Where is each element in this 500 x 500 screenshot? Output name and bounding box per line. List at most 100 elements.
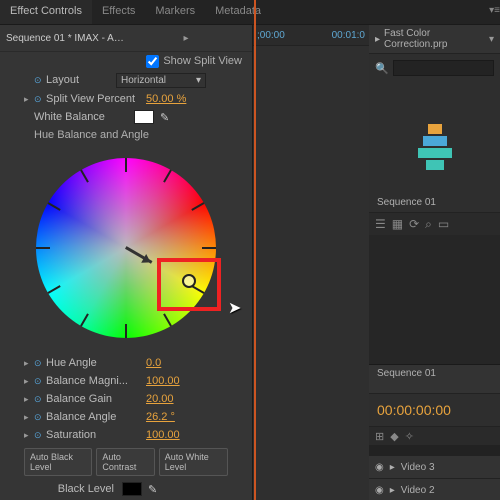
stopwatch-icon[interactable]: ⊙ <box>34 358 46 369</box>
close-icon[interactable]: ▾ <box>489 34 494 45</box>
search-input[interactable] <box>393 60 494 76</box>
stopwatch-icon[interactable]: ⊙ <box>34 430 46 441</box>
saturation-value[interactable]: 100.00 <box>146 429 180 441</box>
sequence-tab[interactable]: Sequence 01 <box>369 365 500 394</box>
twirl-icon[interactable]: ▸ <box>24 94 34 105</box>
wrench-icon[interactable]: ✧ <box>405 430 414 443</box>
marker-icon[interactable]: ◆ <box>390 430 398 443</box>
layout-value: Horizontal <box>121 75 166 86</box>
play-icon: ▸ <box>375 34 380 45</box>
show-split-view-label: Show Split View <box>163 55 242 67</box>
balance-magnitude-label: Balance Magni... <box>46 375 146 387</box>
twirl-icon[interactable]: ▸ <box>24 394 34 405</box>
split-percent-value[interactable]: 50.00 % <box>146 93 186 105</box>
playhead-indicator[interactable] <box>254 0 256 500</box>
saturation-row: ▸ ⊙ Saturation 100.00 <box>0 426 252 444</box>
eyedropper-icon[interactable]: ✎ <box>148 483 157 496</box>
sequence-title: Sequence 01 * IMAX - Africa The Serenget… <box>6 33 126 44</box>
right-column: ▸ Fast Color Correction.prp ▾ 🔍 Sequence… <box>369 25 500 500</box>
snap-icon[interactable]: ⊞ <box>375 430 384 443</box>
black-level-label: Black Level <box>34 483 114 495</box>
auto-white-button[interactable]: Auto White Level <box>159 448 228 476</box>
stopwatch-icon[interactable]: ⊙ <box>34 376 46 387</box>
effect-controls-panel: Sequence 01 * IMAX - Africa The Serenget… <box>0 25 253 500</box>
time-start: ;00:00 <box>257 30 285 41</box>
hue-angle-value[interactable]: 0.0 <box>146 357 161 369</box>
balance-angle-label: Balance Angle <box>46 411 146 423</box>
timeline-ruler[interactable]: ;00:00 00:01:0 <box>253 25 369 46</box>
balance-gain-value[interactable]: 20.00 <box>146 393 174 405</box>
annotation-highlight-box <box>157 258 221 311</box>
white-balance-label: White Balance <box>34 111 134 123</box>
auto-black-button[interactable]: Auto Black Level <box>24 448 92 476</box>
black-level-row: Black Level ✎ <box>0 480 252 498</box>
balance-magnitude-value[interactable]: 100.00 <box>146 375 180 387</box>
sequence-breadcrumb: Sequence 01 * IMAX - Africa The Serenget… <box>0 25 252 52</box>
tab-markers[interactable]: Markers <box>145 0 205 24</box>
stopwatch-icon[interactable]: ⊙ <box>34 394 46 405</box>
timeline-scroll[interactable] <box>369 445 500 455</box>
white-balance-row: White Balance ✎ <box>0 108 252 126</box>
sequence-thumbnail-icon[interactable] <box>417 123 453 171</box>
twirl-icon[interactable]: ▸ <box>24 358 34 369</box>
twirl-icon[interactable]: ▸ <box>24 376 34 387</box>
toggle-track-icon[interactable]: ◉ <box>375 485 384 496</box>
sequence-item-label[interactable]: Sequence 01 <box>377 197 436 208</box>
project-search-row: 🔍 <box>369 54 500 82</box>
breadcrumb-arrow-icon[interactable]: ▸ <box>126 33 246 44</box>
balance-gain-row: ▸ ⊙ Balance Gain 20.00 <box>0 390 252 408</box>
icon-view-icon[interactable]: ▦ <box>392 217 403 231</box>
video-track-2[interactable]: ◉ ▸ Video 2 <box>369 478 500 500</box>
balance-angle-value[interactable]: 26.2 ° <box>146 411 175 423</box>
twirl-icon[interactable]: ▸ <box>24 412 34 423</box>
tab-effect-controls[interactable]: Effect Controls <box>0 0 92 24</box>
hue-balance-heading: Hue Balance and Angle <box>0 126 252 144</box>
video-track-3[interactable]: ◉ ▸ Video 3 <box>369 455 500 478</box>
split-percent-label: Split View Percent <box>46 93 146 105</box>
twirl-icon[interactable]: ▸ <box>24 430 34 441</box>
timeline-timecode[interactable]: 00:00:00:00 <box>369 394 500 426</box>
search-icon[interactable]: 🔍 <box>375 62 389 75</box>
tab-metadata[interactable]: Metadata <box>205 0 271 24</box>
track-label: Video 3 <box>401 462 435 473</box>
black-level-swatch[interactable] <box>122 482 142 496</box>
timeline-tools: ⊞ ◆ ✧ <box>369 426 500 445</box>
panel-menu-icon[interactable]: ▾≡ <box>489 5 500 16</box>
balance-magnitude-row: ▸ ⊙ Balance Magni... 100.00 <box>0 372 252 390</box>
find-icon[interactable]: ⌕ <box>425 217 432 232</box>
project-name: Fast Color Correction.prp <box>384 28 489 50</box>
spacer <box>369 235 500 364</box>
auto-contrast-button[interactable]: Auto Contrast <box>96 448 154 476</box>
show-split-view-row: Show Split View <box>0 52 252 70</box>
layout-label: Layout <box>46 74 116 86</box>
new-bin-icon[interactable]: ▭ <box>438 217 449 231</box>
tab-effects[interactable]: Effects <box>92 0 145 24</box>
list-view-icon[interactable]: ☰ <box>375 217 386 231</box>
project-toolbar: ☰ ▦ ⟳ ⌕ ▭ <box>369 212 500 235</box>
white-balance-swatch[interactable] <box>134 110 154 124</box>
show-split-view-checkbox[interactable] <box>146 55 159 68</box>
stopwatch-icon[interactable]: ⊙ <box>34 412 46 423</box>
twirl-icon[interactable]: ▸ <box>390 485 395 496</box>
track-label: Video 2 <box>401 485 435 496</box>
layout-row: ⊙ Layout Horizontal ▾ <box>0 70 252 90</box>
dropdown-arrow-icon: ▾ <box>196 75 201 86</box>
saturation-label: Saturation <box>46 429 146 441</box>
split-percent-row: ▸ ⊙ Split View Percent 50.00 % <box>0 90 252 108</box>
toggle-track-icon[interactable]: ◉ <box>375 462 384 473</box>
hue-angle-row: ▸ ⊙ Hue Angle 0.0 <box>0 354 252 372</box>
project-bin-body[interactable]: Sequence 01 <box>369 82 500 212</box>
mouse-cursor-icon: ➤ <box>228 298 241 318</box>
balance-gain-label: Balance Gain <box>46 393 146 405</box>
hue-balance-label: Hue Balance and Angle <box>34 129 149 141</box>
stopwatch-icon[interactable]: ⊙ <box>34 94 46 105</box>
project-tab[interactable]: ▸ Fast Color Correction.prp ▾ <box>369 25 500 54</box>
eyedropper-icon[interactable]: ✎ <box>160 111 169 124</box>
layout-dropdown[interactable]: Horizontal ▾ <box>116 73 206 88</box>
stopwatch-icon[interactable]: ⊙ <box>34 75 46 86</box>
balance-angle-row: ▸ ⊙ Balance Angle 26.2 ° <box>0 408 252 426</box>
automate-icon[interactable]: ⟳ <box>409 217 419 231</box>
effect-timeline-panel: ;00:00 00:01:0 <box>253 25 369 500</box>
sequence-timeline-panel: Sequence 01 00:00:00:00 ⊞ ◆ ✧ ◉ ▸ Video … <box>369 364 500 500</box>
twirl-icon[interactable]: ▸ <box>390 462 395 473</box>
